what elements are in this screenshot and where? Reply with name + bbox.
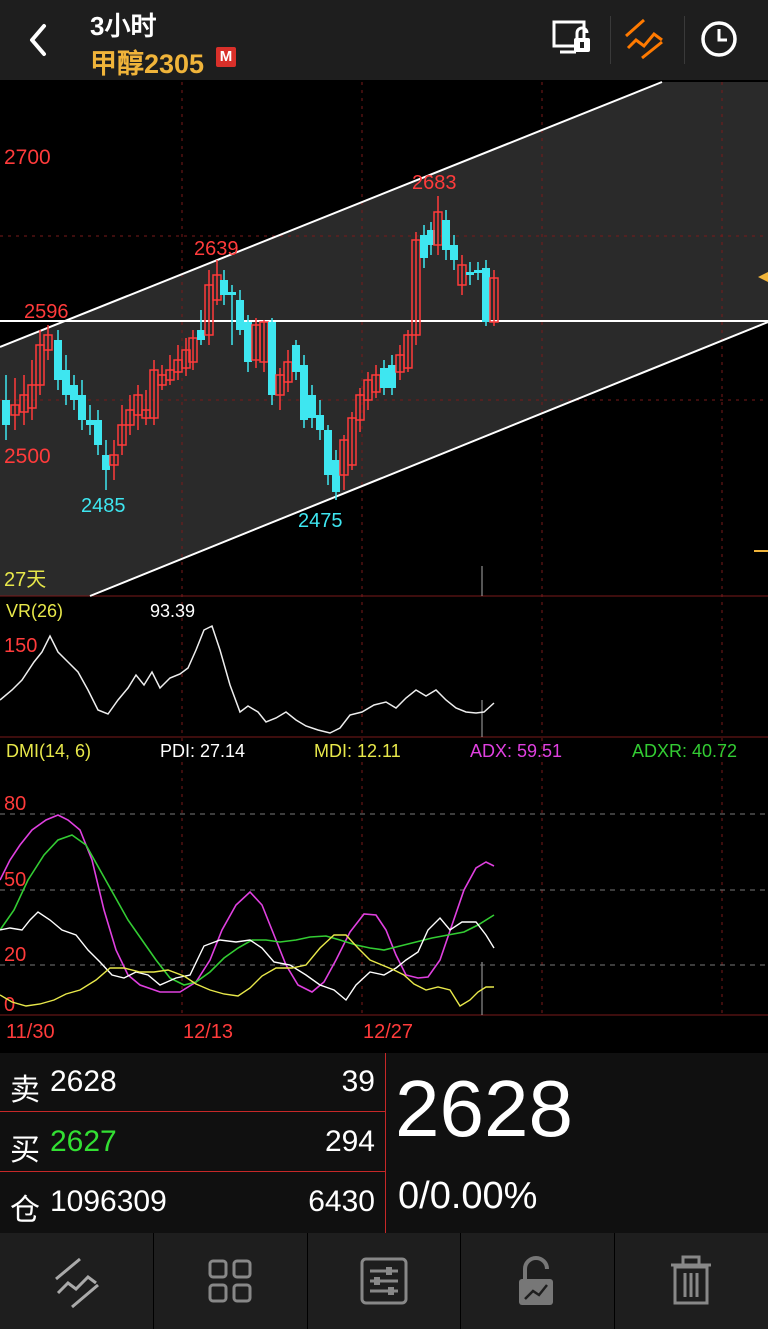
dmi-label: DMI(14, 6) (6, 741, 91, 761)
candle-body (388, 365, 396, 388)
vr-level-label: 150 (4, 635, 37, 657)
price-label-2500: 2500 (4, 445, 51, 468)
sell-label: 卖 (10, 1074, 40, 1107)
candle-body (268, 322, 276, 395)
candle-body (62, 370, 70, 395)
quote-divider (385, 1053, 386, 1233)
candle-body (236, 300, 244, 330)
price-channel (0, 82, 768, 596)
open-interest: 1096309 (50, 1185, 167, 1218)
sell-row[interactable]: 卖 2628 39 (0, 1053, 385, 1112)
candle-body (324, 430, 332, 475)
chart-canvas[interactable]: 2700 2500 2596 2639 2683 2485 2475 27天 V… (0, 80, 768, 1053)
candle-body (308, 395, 316, 418)
buy-row[interactable]: 买 2627 294 (0, 1113, 385, 1172)
settings-sliders-icon[interactable] (308, 1233, 461, 1329)
candle-body (482, 268, 490, 322)
period-title: 3小时 (90, 11, 157, 41)
peak-annotation: 2639 (194, 238, 239, 260)
candle-body (86, 420, 94, 425)
kline-chart-area[interactable]: 2700 2500 2596 2639 2683 2485 2475 27天 V… (0, 80, 768, 1053)
peak-annotation: 2596 (24, 301, 69, 323)
bottom-toolbar (0, 1233, 768, 1329)
candle-body (102, 455, 110, 470)
buy-qty: 294 (324, 1125, 375, 1158)
drawing-tool-icon[interactable] (0, 1233, 153, 1329)
candle-body (450, 245, 458, 260)
candle-body (474, 270, 482, 273)
quote-panel: 卖 2628 39 买 2627 294 仓 1096309 6430 2628… (0, 1053, 768, 1233)
candle-body (78, 395, 86, 420)
vr-value: 93.39 (150, 601, 195, 621)
candle-body (332, 460, 340, 492)
screen-unlock-icon[interactable] (548, 14, 598, 64)
dmi-level-label: 0 (4, 994, 15, 1016)
back-icon[interactable] (18, 18, 62, 62)
candle-body (228, 292, 236, 295)
last-price: 2628 (395, 1064, 573, 1153)
date-label: 12/27 (363, 1021, 413, 1043)
trend-line-icon[interactable] (620, 14, 670, 64)
header-divider (684, 16, 685, 64)
vr-label: VR(26) (6, 601, 63, 621)
candle-body (220, 280, 228, 295)
adxr-line (0, 834, 495, 986)
grid-layout-icon[interactable] (154, 1233, 307, 1329)
candle-body (300, 365, 308, 420)
oi-label: 仓 (10, 1194, 40, 1227)
top-bar: 3小时 甲醇2305 M (0, 0, 768, 80)
oi-change: 6430 (308, 1185, 375, 1218)
trash-icon[interactable] (615, 1233, 768, 1329)
buy-label: 买 (10, 1134, 40, 1167)
clock-icon[interactable] (694, 14, 744, 64)
candle-body (244, 322, 252, 362)
candle-body (2, 400, 10, 425)
candle-body (316, 415, 324, 430)
candle-body (420, 235, 428, 258)
adx-value: ADX: 59.51 (470, 741, 562, 761)
mdi-value: MDI: 12.11 (314, 741, 401, 761)
price-label-2700: 2700 (4, 146, 51, 169)
buy-price: 2627 (50, 1125, 117, 1158)
price-change: 0/0.00% (398, 1175, 538, 1217)
peak-annotation: 2683 (412, 172, 457, 194)
mdi-line (0, 934, 494, 1007)
dmi-level-label: 20 (4, 944, 26, 966)
pdi-value: PDI: 27.14 (160, 741, 245, 761)
candle-body (380, 368, 388, 388)
dmi-level-lines (0, 813, 768, 966)
open-interest-row[interactable]: 仓 1096309 6430 (0, 1173, 385, 1231)
low-annotation: 2475 (298, 510, 343, 532)
period-label: 27天 (4, 569, 46, 591)
candle-body (197, 330, 205, 340)
sell-price: 2628 (50, 1065, 117, 1098)
candle-body (466, 272, 474, 275)
candle-body (70, 385, 78, 400)
candle-body (54, 340, 62, 380)
lock-icon[interactable] (461, 1233, 614, 1329)
dmi-level-label: 50 (4, 869, 26, 891)
adxr-value: ADXR: 40.72 (632, 741, 737, 761)
instrument-name[interactable]: 甲醇2305 (90, 42, 204, 81)
date-label: 11/30 (6, 1021, 55, 1043)
vr-line (0, 624, 495, 734)
candle-body (292, 345, 300, 372)
sell-qty: 39 (341, 1065, 375, 1098)
date-label: 12/13 (183, 1021, 233, 1043)
main-contract-badge: M (216, 47, 236, 67)
header-divider (610, 16, 611, 64)
dmi-level-label: 80 (4, 793, 26, 815)
low-annotation: 2485 (81, 495, 126, 517)
candle-body (94, 420, 102, 445)
candle-body (442, 220, 450, 250)
